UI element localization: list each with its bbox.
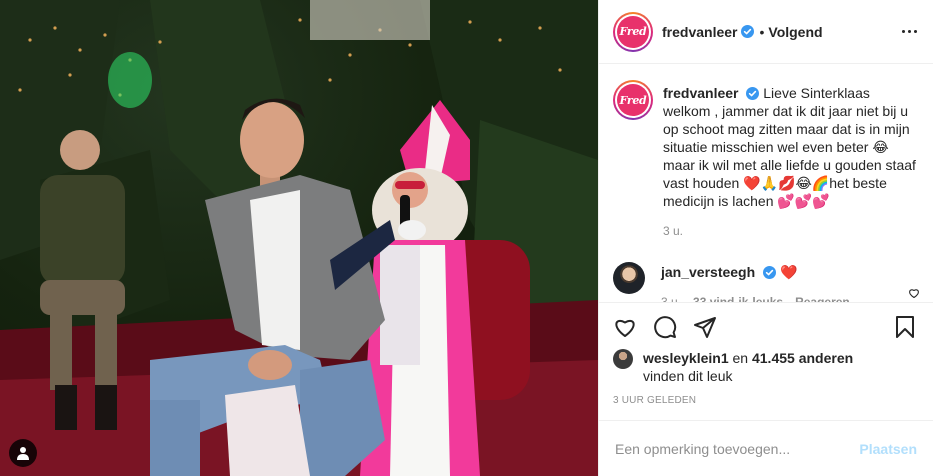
follow-status-button[interactable]: Volgend — [768, 24, 822, 40]
comment-meta: 3 u. 33 vind-ik-leuks Reageren — [661, 293, 850, 302]
author-avatar[interactable]: Fred — [613, 11, 653, 52]
caption-text: Lieve Sinterklaas welkom , jammer dat ik… — [663, 85, 916, 209]
user-tag-icon[interactable] — [9, 439, 37, 467]
fred-logo: Fred — [617, 84, 649, 116]
likes-suffix: vinden dit leuk — [643, 368, 733, 384]
verified-badge-icon — [741, 25, 755, 38]
verified-badge-icon — [746, 87, 760, 100]
action-icons — [613, 313, 917, 341]
comment-text: ❤️ — [779, 264, 798, 280]
likes-summary: wesleyklein1 en 41.455 anderen vinden di… — [613, 349, 917, 385]
likes-conjunction: en — [732, 350, 749, 366]
bookmark-icon[interactable] — [893, 315, 917, 339]
instagram-post-modal: Fred fredvanleer • Volgend Fred fredvanl… — [0, 0, 933, 476]
post-photo[interactable] — [0, 0, 598, 476]
post-actions: wesleyklein1 en 41.455 anderen vinden di… — [599, 302, 933, 420]
comment-likes[interactable]: 33 vind-ik-leuks — [693, 293, 783, 302]
post-comment-button[interactable]: Plaatsen — [859, 441, 917, 457]
caption-username[interactable]: fredvanleer — [663, 85, 738, 101]
fred-logo: Fred — [617, 15, 649, 48]
liker-username[interactable]: wesleyklein1 — [643, 350, 729, 366]
post-header: Fred fredvanleer • Volgend — [599, 0, 933, 64]
share-icon[interactable] — [693, 315, 717, 339]
comment-icon[interactable] — [653, 315, 677, 339]
likes-count-link[interactable]: 41.455 anderen — [752, 350, 853, 366]
post-timestamp[interactable]: 3 UUR GELEDEN — [613, 395, 917, 406]
add-comment-bar: Plaatsen — [599, 420, 933, 476]
photo-scene — [0, 0, 598, 476]
header-separator: • — [759, 23, 765, 40]
author-username[interactable]: fredvanleer — [662, 24, 737, 40]
comment-like-heart-icon[interactable] — [908, 286, 920, 302]
caption-time[interactable]: 3 u. — [663, 222, 917, 240]
reply-button[interactable]: Reageren — [795, 293, 850, 302]
person-icon — [17, 447, 29, 460]
comment-time[interactable]: 3 u. — [661, 293, 681, 302]
commenter-username[interactable]: jan_versteegh — [661, 264, 755, 280]
post-side-panel: Fred fredvanleer • Volgend Fred fredvanl… — [598, 0, 933, 476]
liker-avatar[interactable] — [613, 349, 633, 369]
post-caption: Fred fredvanleer Lieve Sinterklaas welko… — [613, 80, 917, 240]
commenter-avatar[interactable] — [613, 262, 645, 294]
comments-section: Fred fredvanleer Lieve Sinterklaas welko… — [599, 64, 933, 302]
caption-author-avatar[interactable]: Fred — [613, 80, 653, 120]
verified-badge-icon — [763, 266, 777, 279]
comment-item: jan_versteegh ❤️ 3 u. 33 vind-ik-leuks R… — [613, 262, 917, 302]
more-options-icon[interactable] — [902, 24, 917, 39]
comment-input[interactable] — [615, 440, 860, 457]
heart-icon[interactable] — [613, 315, 637, 339]
caption-body: fredvanleer Lieve Sinterklaas welkom , j… — [663, 84, 917, 240]
